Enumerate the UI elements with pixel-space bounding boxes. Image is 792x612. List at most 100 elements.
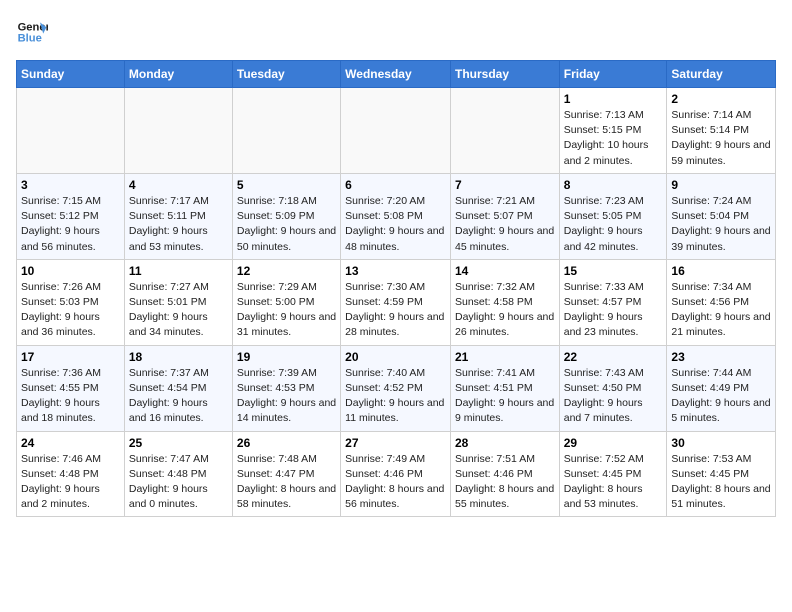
day-number: 26 [237, 436, 336, 450]
week-row-5: 24 Sunrise: 7:46 AM Sunset: 4:48 PM Dayli… [17, 431, 776, 517]
day-info: Sunrise: 7:37 AM Sunset: 4:54 PM Dayligh… [129, 366, 228, 427]
calendar-cell: 13 Sunrise: 7:30 AM Sunset: 4:59 PM Dayli… [341, 259, 451, 345]
calendar-cell: 9 Sunrise: 7:24 AM Sunset: 5:04 PM Daylig… [667, 173, 776, 259]
calendar-cell: 1 Sunrise: 7:13 AM Sunset: 5:15 PM Daylig… [559, 88, 667, 174]
day-info: Sunrise: 7:14 AM Sunset: 5:14 PM Dayligh… [671, 108, 771, 169]
week-row-2: 3Sunrise: 7:15 AM Sunset: 5:12 PM Daylig… [17, 173, 776, 259]
day-info: Sunrise: 7:23 AM Sunset: 5:05 PM Dayligh… [564, 194, 663, 255]
calendar-cell: 12 Sunrise: 7:29 AM Sunset: 5:00 PM Dayli… [232, 259, 340, 345]
day-info: Sunrise: 7:34 AM Sunset: 4:56 PM Dayligh… [671, 280, 771, 341]
day-info: Sunrise: 7:27 AM Sunset: 5:01 PM Dayligh… [129, 280, 228, 341]
day-info: Sunrise: 7:51 AM Sunset: 4:46 PM Dayligh… [455, 452, 555, 513]
day-number: 3 [21, 178, 120, 192]
day-number: 10 [21, 264, 120, 278]
day-info: Sunrise: 7:36 AM Sunset: 4:55 PM Dayligh… [21, 366, 120, 427]
day-number: 14 [455, 264, 555, 278]
day-number: 12 [237, 264, 336, 278]
day-number: 17 [21, 350, 120, 364]
calendar-cell: 15 Sunrise: 7:33 AM Sunset: 4:57 PM Dayli… [559, 259, 667, 345]
day-number: 18 [129, 350, 228, 364]
calendar-cell [341, 88, 451, 174]
day-number: 20 [345, 350, 446, 364]
day-info: Sunrise: 7:33 AM Sunset: 4:57 PM Dayligh… [564, 280, 663, 341]
calendar-header-row: SundayMondayTuesdayWednesdayThursdayFrid… [17, 61, 776, 88]
day-number: 27 [345, 436, 446, 450]
day-number: 1 [564, 92, 663, 106]
day-number: 13 [345, 264, 446, 278]
day-number: 9 [671, 178, 771, 192]
day-info: Sunrise: 7:17 AM Sunset: 5:11 PM Dayligh… [129, 194, 228, 255]
col-header-friday: Friday [559, 61, 667, 88]
calendar-cell: 23Sunrise: 7:44 AM Sunset: 4:49 PM Dayli… [667, 345, 776, 431]
calendar-cell: 27 Sunrise: 7:49 AM Sunset: 4:46 PM Dayli… [341, 431, 451, 517]
calendar-cell: 19Sunrise: 7:39 AM Sunset: 4:53 PM Dayli… [232, 345, 340, 431]
col-header-thursday: Thursday [450, 61, 559, 88]
logo-icon: General Blue [16, 16, 48, 48]
calendar-cell: 17 Sunrise: 7:36 AM Sunset: 4:55 PM Dayli… [17, 345, 125, 431]
calendar-cell: 16 Sunrise: 7:34 AM Sunset: 4:56 PM Dayli… [667, 259, 776, 345]
day-number: 21 [455, 350, 555, 364]
calendar-cell: 26Sunrise: 7:48 AM Sunset: 4:47 PM Dayli… [232, 431, 340, 517]
day-info: Sunrise: 7:30 AM Sunset: 4:59 PM Dayligh… [345, 280, 446, 341]
week-row-1: 1 Sunrise: 7:13 AM Sunset: 5:15 PM Daylig… [17, 88, 776, 174]
calendar-cell [450, 88, 559, 174]
logo: General Blue [16, 16, 48, 48]
calendar-cell: 6 Sunrise: 7:20 AM Sunset: 5:08 PM Daylig… [341, 173, 451, 259]
calendar-cell: 22 Sunrise: 7:43 AM Sunset: 4:50 PM Dayli… [559, 345, 667, 431]
col-header-tuesday: Tuesday [232, 61, 340, 88]
day-number: 7 [455, 178, 555, 192]
day-info: Sunrise: 7:13 AM Sunset: 5:15 PM Dayligh… [564, 108, 663, 169]
calendar-cell: 11 Sunrise: 7:27 AM Sunset: 5:01 PM Dayli… [124, 259, 232, 345]
day-number: 8 [564, 178, 663, 192]
calendar-cell: 5 Sunrise: 7:18 AM Sunset: 5:09 PM Daylig… [232, 173, 340, 259]
calendar-cell: 28 Sunrise: 7:51 AM Sunset: 4:46 PM Dayli… [450, 431, 559, 517]
day-info: Sunrise: 7:24 AM Sunset: 5:04 PM Dayligh… [671, 194, 771, 255]
day-info: Sunrise: 7:32 AM Sunset: 4:58 PM Dayligh… [455, 280, 555, 341]
calendar-cell: 14 Sunrise: 7:32 AM Sunset: 4:58 PM Dayli… [450, 259, 559, 345]
col-header-monday: Monday [124, 61, 232, 88]
day-number: 22 [564, 350, 663, 364]
week-row-3: 10 Sunrise: 7:26 AM Sunset: 5:03 PM Dayli… [17, 259, 776, 345]
day-number: 6 [345, 178, 446, 192]
day-number: 2 [671, 92, 771, 106]
day-number: 24 [21, 436, 120, 450]
day-info: Sunrise: 7:47 AM Sunset: 4:48 PM Dayligh… [129, 452, 228, 513]
calendar-cell: 18 Sunrise: 7:37 AM Sunset: 4:54 PM Dayli… [124, 345, 232, 431]
day-info: Sunrise: 7:43 AM Sunset: 4:50 PM Dayligh… [564, 366, 663, 427]
day-number: 19 [237, 350, 336, 364]
day-info: Sunrise: 7:18 AM Sunset: 5:09 PM Dayligh… [237, 194, 336, 255]
day-info: Sunrise: 7:52 AM Sunset: 4:45 PM Dayligh… [564, 452, 663, 513]
calendar-table: SundayMondayTuesdayWednesdayThursdayFrid… [16, 60, 776, 517]
calendar-cell: 20Sunrise: 7:40 AM Sunset: 4:52 PM Dayli… [341, 345, 451, 431]
calendar-cell: 4 Sunrise: 7:17 AM Sunset: 5:11 PM Daylig… [124, 173, 232, 259]
calendar-cell: 30 Sunrise: 7:53 AM Sunset: 4:45 PM Dayli… [667, 431, 776, 517]
calendar-cell [232, 88, 340, 174]
day-number: 5 [237, 178, 336, 192]
day-info: Sunrise: 7:26 AM Sunset: 5:03 PM Dayligh… [21, 280, 120, 341]
day-number: 16 [671, 264, 771, 278]
calendar-cell [17, 88, 125, 174]
day-info: Sunrise: 7:20 AM Sunset: 5:08 PM Dayligh… [345, 194, 446, 255]
calendar-cell: 24 Sunrise: 7:46 AM Sunset: 4:48 PM Dayli… [17, 431, 125, 517]
day-info: Sunrise: 7:44 AM Sunset: 4:49 PM Dayligh… [671, 366, 771, 427]
calendar-cell: 10 Sunrise: 7:26 AM Sunset: 5:03 PM Dayli… [17, 259, 125, 345]
calendar-cell [124, 88, 232, 174]
day-info: Sunrise: 7:53 AM Sunset: 4:45 PM Dayligh… [671, 452, 771, 513]
day-info: Sunrise: 7:29 AM Sunset: 5:00 PM Dayligh… [237, 280, 336, 341]
svg-text:Blue: Blue [18, 33, 42, 45]
day-number: 15 [564, 264, 663, 278]
day-number: 28 [455, 436, 555, 450]
col-header-wednesday: Wednesday [341, 61, 451, 88]
header: General Blue [16, 16, 776, 48]
day-number: 11 [129, 264, 228, 278]
day-info: Sunrise: 7:46 AM Sunset: 4:48 PM Dayligh… [21, 452, 120, 513]
day-info: Sunrise: 7:49 AM Sunset: 4:46 PM Dayligh… [345, 452, 446, 513]
calendar-cell: 3Sunrise: 7:15 AM Sunset: 5:12 PM Daylig… [17, 173, 125, 259]
calendar-cell: 7 Sunrise: 7:21 AM Sunset: 5:07 PM Daylig… [450, 173, 559, 259]
day-info: Sunrise: 7:21 AM Sunset: 5:07 PM Dayligh… [455, 194, 555, 255]
calendar-cell: 29Sunrise: 7:52 AM Sunset: 4:45 PM Dayli… [559, 431, 667, 517]
col-header-saturday: Saturday [667, 61, 776, 88]
day-number: 4 [129, 178, 228, 192]
col-header-sunday: Sunday [17, 61, 125, 88]
day-number: 30 [671, 436, 771, 450]
